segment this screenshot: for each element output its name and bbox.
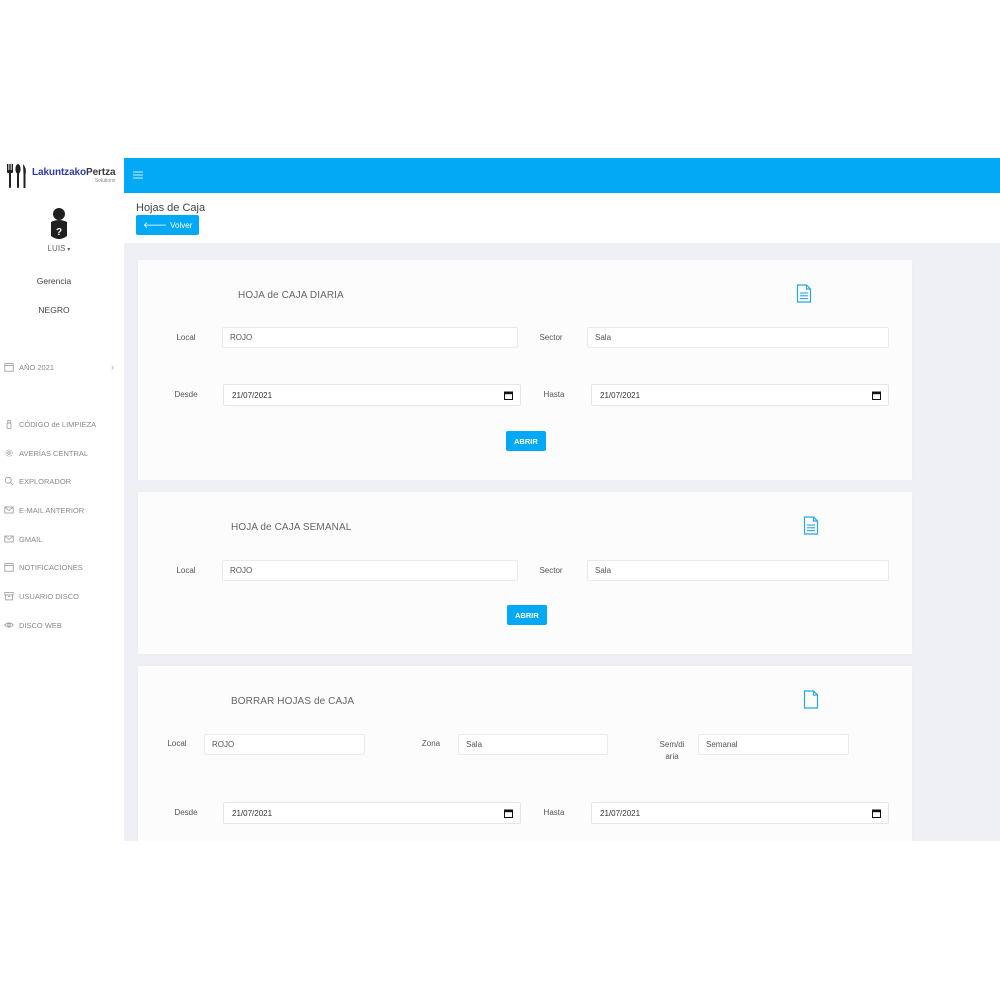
sidebar-item-label: DISCO WEB [19, 620, 62, 630]
zona-label: Zona [421, 739, 441, 748]
date-value: 21/07/2021 [232, 808, 273, 818]
sector-field[interactable]: Sala [587, 560, 889, 581]
sidebar-item-label: CÓDIGO de LIMPIEZA [19, 419, 97, 429]
user-menu[interactable]: LUIS ▾ [0, 244, 118, 253]
user-group: NEGRO [38, 305, 70, 315]
eye-icon [4, 622, 14, 628]
sidebar-item-label: GMAIL [19, 534, 43, 544]
document-lines-icon[interactable] [803, 516, 819, 535]
desde-date-field[interactable]: 21/07/2021 [223, 384, 521, 406]
document-lines-icon[interactable] [796, 284, 812, 303]
avatar-icon[interactable]: ? [49, 208, 69, 242]
mail-icon [4, 535, 14, 543]
abrir-button[interactable]: ABRIR [507, 605, 547, 625]
sidebar-item-notificaciones[interactable]: NOTIFICACIONES [4, 560, 120, 574]
calendar-icon[interactable] [872, 391, 881, 400]
sector-label: Sector [539, 333, 563, 342]
sidebar: LakuntzakoPertza Solutions ? LUIS ▾ Geren… [0, 158, 124, 841]
card-hoja-caja-diaria: HOJA de CAJA DIARIA Local ROJO Sector Sa… [138, 260, 912, 480]
date-value: 21/07/2021 [232, 390, 273, 400]
main-content: HOJA de CAJA DIARIA Local ROJO Sector Sa… [124, 244, 1000, 841]
hasta-date-field[interactable]: 21/07/2021 [591, 802, 889, 824]
desde-label: Desde [174, 808, 198, 817]
app-window: LakuntzakoPertza Solutions ? LUIS ▾ Geren… [0, 158, 1000, 841]
local-field[interactable]: ROJO [204, 734, 365, 755]
sidebar-item-label: USUARIO DISCO [19, 591, 80, 601]
abrir-button[interactable]: ABRIR [506, 431, 546, 451]
search-icon [4, 476, 14, 486]
local-label: Local [167, 739, 187, 748]
sidebar-item-usuario-disco[interactable]: USUARIO DISCO [4, 589, 120, 603]
desde-label: Desde [174, 390, 198, 399]
zona-field[interactable]: Sala [458, 734, 608, 755]
card-title: HOJA de CAJA DIARIA [238, 290, 344, 301]
hasta-label: Hasta [543, 808, 565, 817]
calendar-icon[interactable] [872, 809, 881, 818]
card-title: BORRAR HOJAS de CAJA [231, 696, 355, 707]
sector-label: Sector [539, 566, 563, 575]
semdiaria-label-line2: aria [665, 752, 679, 761]
date-value: 21/07/2021 [600, 808, 641, 818]
user-name: LUIS [47, 244, 66, 253]
semdiaria-label-line1: Sem/di [659, 740, 685, 749]
arrow-left-icon: 🡐 [143, 219, 168, 230]
card-title: HOJA de CAJA SEMANAL [231, 522, 352, 533]
top-bar [124, 158, 1000, 193]
cutlery-icon [7, 164, 26, 188]
card-borrar-hojas-caja: BORRAR HOJAS de CAJA Local ROJO Zona Sal… [138, 666, 912, 841]
sidebar-item-label: NOTIFICACIONES [19, 562, 83, 572]
local-field[interactable]: ROJO [222, 327, 518, 348]
brand-subtitle: Solutions [94, 178, 116, 184]
semdiaria-label: Sem/di aria [652, 739, 692, 763]
sidebar-item-explorador[interactable]: EXPLORADOR [4, 474, 120, 488]
sidebar-item-label: E-MAIL ANTERIOR [19, 505, 85, 515]
sidebar-item-label: EXPLORADOR [19, 476, 72, 486]
sidebar-item-label: AÑO 2021 [19, 362, 55, 372]
gear-icon [5, 449, 13, 457]
sidebar-item-codigo-limpieza[interactable]: CÓDIGO de LIMPIEZA [4, 417, 120, 431]
calendar-icon [4, 563, 14, 572]
user-role: Gerencia [36, 276, 72, 286]
sidebar-item-label: AVERÍAS CENTRAL [19, 448, 89, 458]
page-title: Hojas de Caja [136, 202, 206, 214]
mail-icon [4, 506, 14, 514]
calendar-icon[interactable] [504, 391, 513, 400]
sector-field[interactable]: Sala [587, 327, 889, 348]
local-label: Local [176, 333, 196, 342]
desde-date-field[interactable]: 21/07/2021 [223, 802, 521, 824]
date-value: 21/07/2021 [600, 390, 641, 400]
card-hoja-caja-semanal: HOJA de CAJA SEMANAL Local ROJO Sector S… [138, 492, 912, 654]
brand-logo[interactable]: LakuntzakoPertza Solutions [6, 162, 116, 192]
page-header: Hojas de Caja 🡐 Volver [124, 193, 1000, 244]
sidebar-item-email-anterior[interactable]: E-MAIL ANTERIOR [4, 503, 120, 517]
semdiaria-field[interactable]: Semanal [698, 734, 849, 755]
document-blank-icon[interactable] [803, 690, 819, 709]
hasta-date-field[interactable]: 21/07/2021 [591, 384, 889, 406]
svg-text:?: ? [56, 227, 62, 238]
caret-down-icon: ▾ [67, 247, 71, 253]
sidebar-item-disco-web[interactable]: DISCO WEB [4, 618, 120, 632]
sidebar-item-averias-central[interactable]: AVERÍAS CENTRAL [4, 446, 120, 460]
local-label: Local [176, 566, 196, 575]
spray-bottle-icon [6, 419, 12, 429]
sidebar-item-gmail[interactable]: GMAIL [4, 532, 120, 546]
hamburger-menu-icon[interactable] [132, 169, 144, 181]
brand-name-part2: Pertza [86, 167, 116, 178]
back-button[interactable]: 🡐 Volver [136, 215, 200, 235]
calendar-icon [4, 363, 14, 372]
sidebar-item-year[interactable]: AÑO 2021 › [4, 360, 120, 374]
back-button-label: Volver [170, 220, 193, 230]
local-field[interactable]: ROJO [222, 560, 518, 581]
calendar-icon[interactable] [504, 809, 513, 818]
hasta-label: Hasta [543, 390, 565, 399]
brand-name-part1: Lakuntzako [32, 167, 87, 178]
archive-icon [4, 592, 14, 601]
chevron-right-icon: › [111, 362, 114, 372]
